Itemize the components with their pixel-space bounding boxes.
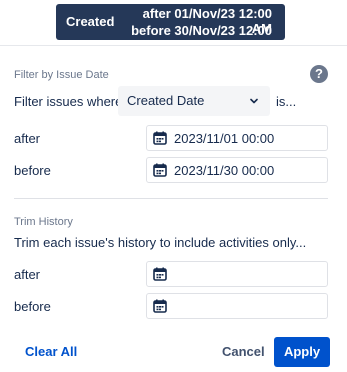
filter-after-label: after <box>14 131 41 146</box>
chevron-down-icon <box>250 98 258 104</box>
date-field-select-value: Created Date <box>127 93 205 108</box>
section-divider <box>14 198 328 199</box>
is-label: is... <box>276 94 297 109</box>
tooltip-label: Created <box>66 14 115 29</box>
filter-before-label: before <box>14 163 51 178</box>
trim-section-title: Trim History <box>14 216 73 228</box>
cancel-button[interactable]: Cancel <box>222 344 265 359</box>
filter-section-title: Filter by Issue Date <box>14 69 109 81</box>
apply-button[interactable]: Apply <box>274 337 330 367</box>
date-field-select[interactable]: Created Date <box>118 86 270 116</box>
filter-after-date-value: 2023/11/01 00:00 <box>174 131 275 146</box>
clear-all-button[interactable]: Clear All <box>25 344 77 359</box>
filter-before-date-value: 2023/11/30 00:00 <box>174 163 275 178</box>
calendar-icon <box>153 267 167 281</box>
filter-before-date-input[interactable]: 2023/11/30 00:00 <box>146 157 328 183</box>
question-circle-icon[interactable]: ? <box>310 65 328 83</box>
filter-where-label: Filter issues where <box>14 94 123 109</box>
calendar-icon <box>153 163 167 177</box>
calendar-icon <box>153 299 167 313</box>
trim-after-label: after <box>14 267 41 282</box>
trim-before-label: before <box>14 299 51 314</box>
date-filter-panel: Filter by Issue Date ? Filter issues whe… <box>0 45 347 372</box>
trim-before-date-input[interactable] <box>146 293 328 319</box>
date-filter-tooltip: Created after 01/Nov/23 12:00 AM before … <box>56 4 285 53</box>
trim-after-date-input[interactable] <box>146 261 328 287</box>
calendar-icon <box>153 131 167 145</box>
trim-description: Trim each issue's history to include act… <box>14 235 307 250</box>
filter-after-date-input[interactable]: 2023/11/01 00:00 <box>146 125 328 151</box>
